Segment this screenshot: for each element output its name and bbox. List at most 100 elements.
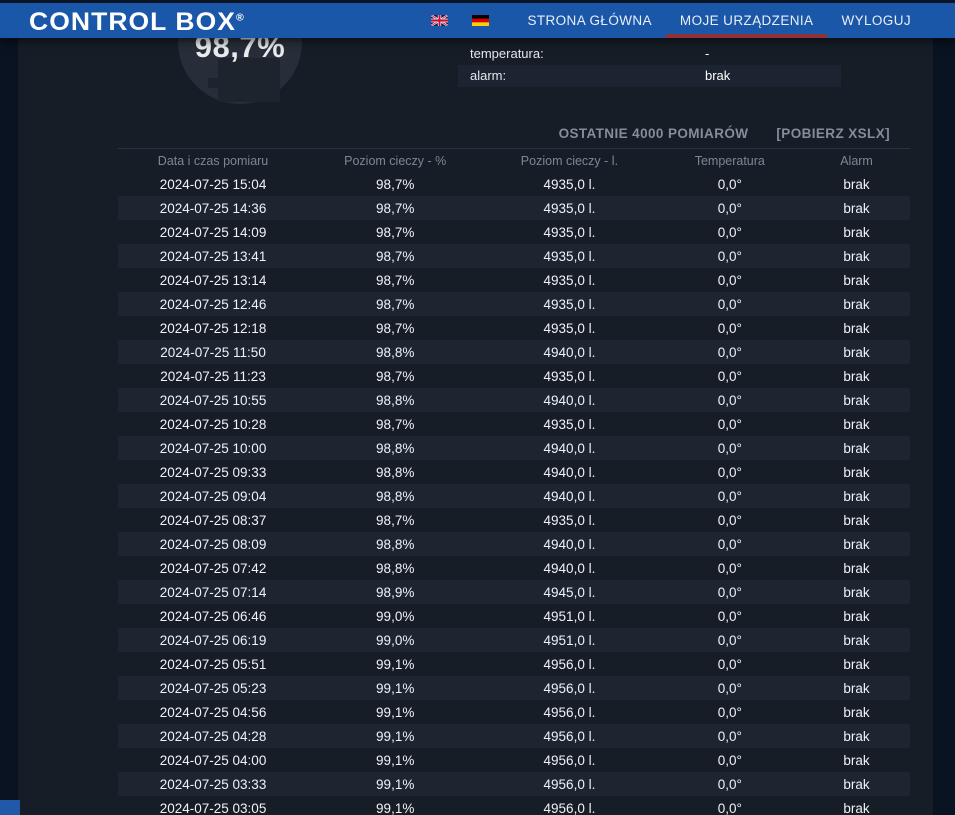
cell-liters: 4935,0 l. [543, 320, 596, 336]
cell-datetime: 2024-07-25 08:09 [159, 536, 267, 552]
cell-temperature: 0,0° [717, 776, 742, 792]
cell-percent: 98,8% [376, 488, 415, 504]
table-row: 2024-07-25 14:09 98,7% 4935,0 l. 0,0° br… [118, 220, 910, 244]
cell-datetime: 2024-07-25 05:23 [159, 680, 267, 696]
cell-temperature: 0,0° [717, 680, 742, 696]
cell-liters: 4935,0 l. [543, 176, 596, 192]
table-row: 2024-07-25 12:18 98,7% 4935,0 l. 0,0° br… [118, 316, 910, 340]
nav-item-strona-glowna[interactable]: STRONA GŁÓWNA [513, 3, 665, 38]
cell-percent: 98,7% [376, 512, 415, 528]
cell-temperature: 0,0° [717, 392, 742, 408]
cell-temperature: 0,0° [717, 224, 742, 240]
column-header-temperature: Temperatura [694, 153, 765, 168]
cell-datetime: 2024-07-25 07:14 [159, 584, 267, 600]
app-logo[interactable]: CONTROL BOX® [29, 8, 245, 37]
nav-item-wyloguj[interactable]: WYLOGUJ [827, 3, 925, 38]
cell-datetime: 2024-07-25 10:28 [159, 416, 267, 432]
cell-percent: 98,7% [376, 368, 415, 384]
cell-percent: 98,7% [376, 272, 415, 288]
cell-temperature: 0,0° [717, 800, 742, 815]
table-row: 2024-07-25 05:23 99,1% 4956,0 l. 0,0° br… [118, 676, 910, 700]
table-row: 2024-07-25 10:28 98,7% 4935,0 l. 0,0° br… [118, 412, 910, 436]
cell-percent: 98,8% [376, 464, 415, 480]
cell-alarm: brak [843, 320, 870, 336]
cell-temperature: 0,0° [717, 320, 742, 336]
cell-datetime: 2024-07-25 09:04 [159, 488, 267, 504]
download-xslx-link[interactable]: [POBIERZ XSLX] [776, 124, 890, 144]
uk-flag-icon [431, 15, 449, 26]
cell-alarm: brak [843, 512, 870, 528]
nav-item-moje-urzadzenia[interactable]: MOJE URZĄDZENIA [665, 3, 828, 38]
cell-datetime: 2024-07-25 03:05 [159, 800, 267, 815]
cell-temperature: 0,0° [717, 632, 742, 648]
cell-alarm: brak [843, 344, 870, 360]
cell-datetime: 2024-07-25 10:00 [159, 440, 267, 456]
cell-datetime: 2024-07-25 04:28 [159, 728, 267, 744]
table-row: 2024-07-25 03:33 99,1% 4956,0 l. 0,0° br… [118, 772, 910, 796]
table-body: 2024-07-25 15:04 98,7% 4935,0 l. 0,0° br… [118, 172, 910, 815]
cell-liters: 4940,0 l. [543, 536, 596, 552]
cell-liters: 4956,0 l. [543, 752, 596, 768]
cell-liters: 4956,0 l. [543, 680, 596, 696]
cell-alarm: brak [843, 656, 870, 672]
cell-temperature: 0,0° [717, 728, 742, 744]
cell-datetime: 2024-07-25 06:46 [159, 608, 267, 624]
cell-datetime: 2024-07-25 04:56 [159, 704, 267, 720]
cell-alarm: brak [843, 272, 870, 288]
cell-percent: 99,1% [376, 776, 415, 792]
cell-liters: 4935,0 l. [543, 296, 596, 312]
cell-alarm: brak [843, 296, 870, 312]
cell-liters: 4935,0 l. [543, 416, 596, 432]
cell-percent: 98,7% [376, 176, 415, 192]
cell-alarm: brak [843, 368, 870, 384]
cell-percent: 98,8% [376, 440, 415, 456]
content-panel: 98,7% temperatura: - alarm: brak OSTATNI… [18, 38, 933, 815]
cell-percent: 99,0% [376, 608, 415, 624]
cell-datetime: 2024-07-25 14:36 [159, 200, 267, 216]
cell-datetime: 2024-07-25 06:19 [159, 632, 267, 648]
cell-alarm: brak [843, 488, 870, 504]
cell-alarm: brak [843, 680, 870, 696]
table-row: 2024-07-25 13:14 98,7% 4935,0 l. 0,0° br… [118, 268, 910, 292]
info-row-temperatura: temperatura: - [458, 43, 841, 65]
cell-datetime: 2024-07-25 11:50 [160, 344, 266, 360]
alarm-value: brak [705, 68, 731, 83]
cell-liters: 4956,0 l. [543, 656, 596, 672]
table-row: 2024-07-25 04:00 99,1% 4956,0 l. 0,0° br… [118, 748, 910, 772]
cell-liters: 4940,0 l. [543, 344, 596, 360]
table-row: 2024-07-25 06:46 99,0% 4951,0 l. 0,0° br… [118, 604, 910, 628]
cell-liters: 4940,0 l. [543, 464, 596, 480]
top-navigation-bar: CONTROL BOX® STRONA GŁÓWNA MOJE URZĄDZEN… [0, 0, 955, 38]
cell-percent: 99,0% [376, 632, 415, 648]
cell-percent: 99,1% [376, 800, 415, 815]
cell-percent: 98,8% [376, 536, 415, 552]
cell-temperature: 0,0° [717, 272, 742, 288]
cell-alarm: brak [843, 584, 870, 600]
cell-datetime: 2024-07-25 08:37 [159, 512, 267, 528]
cell-percent: 99,1% [376, 752, 415, 768]
table-row: 2024-07-25 05:51 99,1% 4956,0 l. 0,0° br… [118, 652, 910, 676]
cell-datetime: 2024-07-25 13:14 [159, 272, 267, 288]
registered-trademark-icon: ® [235, 12, 245, 24]
measurements-table-wrap: Data i czas pomiaru Poziom cieczy - % Po… [118, 148, 910, 815]
cell-datetime: 2024-07-25 15:04 [159, 176, 267, 192]
cell-alarm: brak [843, 632, 870, 648]
table-row: 2024-07-25 11:50 98,8% 4940,0 l. 0,0° br… [118, 340, 910, 364]
cell-alarm: brak [843, 224, 870, 240]
language-german[interactable] [472, 15, 490, 26]
cell-percent: 98,8% [376, 560, 415, 576]
table-row: 2024-07-25 12:46 98,7% 4935,0 l. 0,0° br… [118, 292, 910, 316]
cell-alarm: brak [843, 248, 870, 264]
language-english[interactable] [431, 15, 449, 26]
measurements-table: Data i czas pomiaru Poziom cieczy - % Po… [118, 149, 910, 815]
cell-temperature: 0,0° [717, 248, 742, 264]
corner-widget-button[interactable] [0, 800, 20, 815]
logo-text: CONTROL BOX [29, 8, 236, 36]
device-info-table: temperatura: - alarm: brak [458, 43, 841, 87]
cell-liters: 4956,0 l. [543, 728, 596, 744]
cell-alarm: brak [843, 608, 870, 624]
cell-liters: 4935,0 l. [543, 200, 596, 216]
cell-alarm: brak [843, 464, 870, 480]
cell-datetime: 2024-07-25 13:41 [159, 248, 267, 264]
cell-alarm: brak [843, 416, 870, 432]
